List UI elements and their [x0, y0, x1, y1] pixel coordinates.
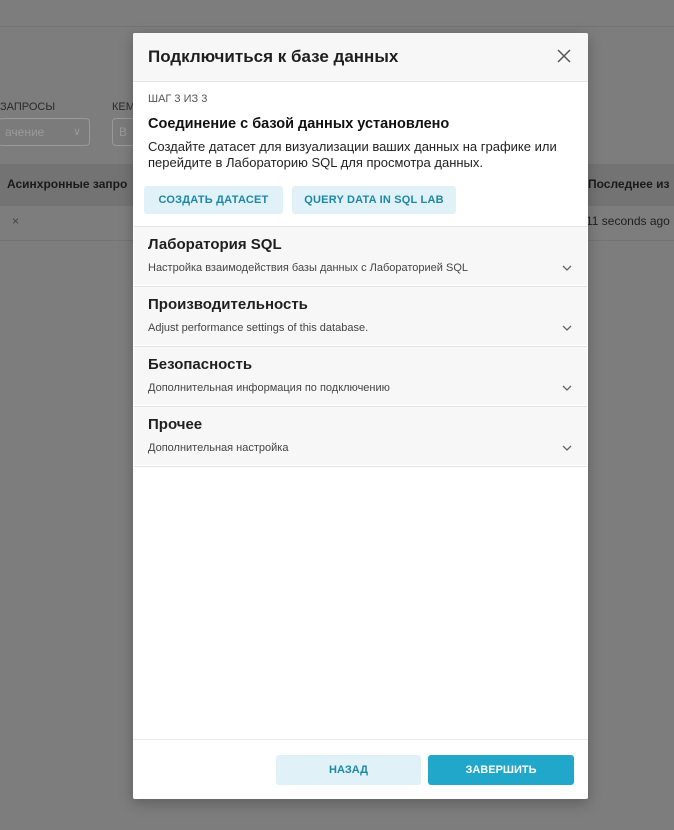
last-modified-cell: 11 seconds ago — [586, 214, 670, 228]
close-icon[interactable] — [554, 46, 574, 66]
filter-label-by: КЕМ — [112, 101, 135, 113]
query-sql-lab-button[interactable]: QUERY DATA IN SQL LAB — [292, 186, 456, 214]
panel-title: Производительность — [148, 296, 308, 313]
chevron-down-icon[interactable] — [561, 262, 573, 274]
chevron-down-icon[interactable] — [561, 442, 573, 454]
step-indicator: ШАГ 3 ИЗ 3 — [148, 93, 208, 105]
panel-divider — [134, 466, 587, 467]
back-button[interactable]: НАЗАД — [276, 755, 421, 785]
panel-subtitle: Настройка взаимодействия базы данных с Л… — [148, 262, 469, 274]
select-value: ачение — [5, 125, 45, 139]
modal-title: Подключиться к базе данных — [148, 47, 399, 66]
filter-label-queries: ЗАПРОСЫ — [0, 101, 56, 113]
success-title: Соединение с базой данных установлено — [148, 116, 450, 132]
chevron-down-icon[interactable] — [561, 382, 573, 394]
panel-subtitle: Adjust performance settings of this data… — [148, 322, 369, 334]
async-cross-icon: × — [12, 214, 20, 228]
chevron-down-icon: ∨ — [72, 126, 81, 138]
panel-other[interactable]: Прочее Дополнительная настройка — [134, 406, 587, 465]
panel-title: Безопасность — [148, 356, 253, 373]
panel-sql-lab[interactable]: Лаборатория SQL Настройка взаимодействия… — [134, 226, 587, 285]
success-description: Создайте датасет для визуализации ваших … — [148, 139, 557, 170]
footer-divider — [133, 739, 588, 740]
column-header-last-modified[interactable]: Последнее из — [588, 177, 670, 191]
chevron-down-icon[interactable] — [561, 322, 573, 334]
panel-security[interactable]: Безопасность Дополнительная информация п… — [134, 346, 587, 405]
panel-subtitle: Дополнительная настройка — [148, 442, 289, 454]
panel-subtitle: Дополнительная информация по подключению — [148, 382, 390, 394]
panel-performance[interactable]: Производительность Adjust performance se… — [134, 286, 587, 345]
top-divider — [0, 26, 674, 27]
filter-select-queries[interactable]: ачение ∨ — [0, 118, 90, 146]
create-dataset-button[interactable]: СОЗДАТЬ ДАТАСЕТ — [144, 186, 283, 214]
finish-button[interactable]: ЗАВЕРШИТЬ — [428, 755, 574, 785]
panel-title: Лаборатория SQL — [148, 236, 282, 253]
connect-database-modal: Подключиться к базе данных ШАГ 3 ИЗ 3 Со… — [133, 33, 588, 799]
panel-title: Прочее — [148, 416, 203, 433]
modal-header: Подключиться к базе данных — [133, 33, 588, 82]
column-header-async[interactable]: Асинхронные запро — [7, 177, 127, 191]
select-value: В — [119, 125, 128, 139]
